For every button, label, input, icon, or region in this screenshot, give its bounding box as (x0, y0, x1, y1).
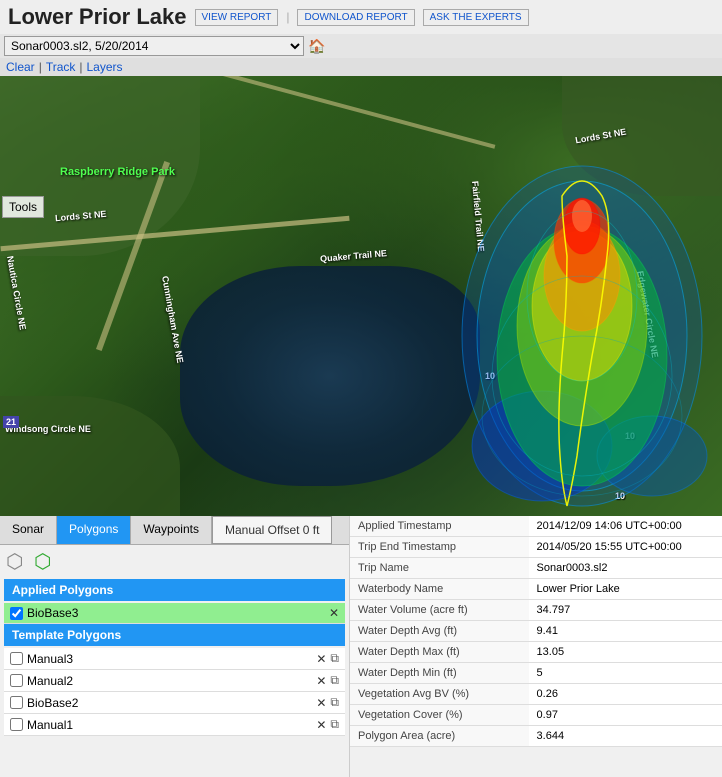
clear-link[interactable]: Clear (6, 60, 35, 74)
home-btn[interactable]: 🏠 (308, 38, 325, 55)
tab-bar: Sonar Polygons Waypoints Manual Offset 0… (0, 516, 349, 545)
polygon-list: Applied Polygons BioBase3 ✕ Template Pol… (0, 575, 349, 777)
applied-polygons-header: Applied Polygons (4, 579, 345, 601)
right-panel: Applied Timestamp2014/12/09 14:06 UTC+00… (350, 516, 722, 777)
polygon-manual2-copy[interactable]: ⧉ (330, 673, 339, 688)
waypoints-tab[interactable]: Waypoints (131, 516, 212, 544)
ask-experts-btn[interactable]: ASK THE EXPERTS (423, 9, 529, 26)
map-area[interactable]: Raspberry Ridge Park Lords St NE Lords S… (0, 76, 722, 516)
polygon-biobase3-delete[interactable]: ✕ (329, 606, 339, 620)
polygon-manual1-label: Manual1 (27, 718, 312, 732)
row-value-0: 2014/12/09 14:06 UTC+00:00 (529, 516, 722, 537)
page-title: Lower Prior Lake (8, 4, 187, 30)
template-polygons-header: Template Polygons (4, 624, 345, 646)
sonar-select[interactable]: Sonar0003.sl2, 5/20/2014 (4, 36, 304, 56)
table-row: Applied Timestamp2014/12/09 14:06 UTC+00… (350, 516, 722, 537)
row-value-4: 34.797 (529, 600, 722, 621)
row-label-2: Trip Name (350, 558, 529, 579)
polygon-biobase2-checkbox[interactable] (10, 696, 23, 709)
row-value-2: Sonar0003.sl2 (529, 558, 722, 579)
table-row: Water Volume (acre ft)34.797 (350, 600, 722, 621)
polygon-manual2-item: Manual2 ✕ ⧉ (4, 670, 345, 692)
row-value-6: 13.05 (529, 642, 722, 663)
polygon-manual1-delete[interactable]: ✕ (316, 718, 326, 732)
row-label-1: Trip End Timestamp (350, 537, 529, 558)
polygon-manual3-checkbox[interactable] (10, 652, 23, 665)
hex-icon-1[interactable]: ⬡ (6, 549, 28, 571)
manual-offset-tab[interactable]: Manual Offset 0 ft (212, 516, 333, 544)
row-label-3: Waterbody Name (350, 579, 529, 600)
table-row: Trip End Timestamp2014/05/20 15:55 UTC+0… (350, 537, 722, 558)
polygon-manual2-label: Manual2 (27, 674, 312, 688)
polygon-biobase3-label: BioBase3 (27, 606, 325, 620)
polygon-manual2-checkbox[interactable] (10, 674, 23, 687)
row-label-10: Polygon Area (acre) (350, 726, 529, 747)
data-table: Applied Timestamp2014/12/09 14:06 UTC+00… (350, 516, 722, 747)
table-row: Polygon Area (acre)3.644 (350, 726, 722, 747)
table-row: Water Depth Avg (ft)9.41 (350, 621, 722, 642)
polygon-manual1-item: Manual1 ✕ ⧉ (4, 714, 345, 736)
header: Lower Prior Lake VIEW REPORT | DOWNLOAD … (0, 0, 722, 34)
polygon-biobase2-label: BioBase2 (27, 696, 312, 710)
row-label-7: Water Depth Min (ft) (350, 663, 529, 684)
polygon-manual3-label: Manual3 (27, 652, 312, 666)
polygon-biobase2-copy[interactable]: ⧉ (330, 695, 339, 710)
table-row: Vegetation Cover (%)0.97 (350, 705, 722, 726)
polygon-manual1-checkbox[interactable] (10, 718, 23, 731)
row-value-1: 2014/05/20 15:55 UTC+00:00 (529, 537, 722, 558)
sonar-tab[interactable]: Sonar (0, 516, 57, 544)
polygon-biobase3-item: BioBase3 ✕ (4, 603, 345, 624)
table-row: Trip NameSonar0003.sl2 (350, 558, 722, 579)
hex-icons-row: ⬡ ⬡ (0, 545, 349, 575)
row-value-8: 0.26 (529, 684, 722, 705)
row-label-5: Water Depth Avg (ft) (350, 621, 529, 642)
hex-icon-2[interactable]: ⬡ (34, 549, 56, 571)
row-value-9: 0.97 (529, 705, 722, 726)
row-label-8: Vegetation Avg BV (%) (350, 684, 529, 705)
toolbar-row: Sonar0003.sl2, 5/20/2014 🏠 (0, 34, 722, 58)
row-value-5: 9.41 (529, 621, 722, 642)
polygons-tab[interactable]: Polygons (57, 516, 131, 544)
nav-row: Clear | Track | Layers (0, 58, 722, 76)
route-21-badge: 21 (3, 416, 19, 428)
table-row: Vegetation Avg BV (%)0.26 (350, 684, 722, 705)
row-value-7: 5 (529, 663, 722, 684)
row-label-9: Vegetation Cover (%) (350, 705, 529, 726)
download-report-btn[interactable]: DOWNLOAD REPORT (297, 9, 414, 26)
polygon-manual3-delete[interactable]: ✕ (316, 652, 326, 666)
polygon-biobase2-delete[interactable]: ✕ (316, 696, 326, 710)
row-label-6: Water Depth Max (ft) (350, 642, 529, 663)
row-value-3: Lower Prior Lake (529, 579, 722, 600)
polygon-manual2-delete[interactable]: ✕ (316, 674, 326, 688)
row-label-4: Water Volume (acre ft) (350, 600, 529, 621)
view-report-btn[interactable]: VIEW REPORT (195, 9, 279, 26)
table-row: Water Depth Max (ft)13.05 (350, 642, 722, 663)
left-panel: Sonar Polygons Waypoints Manual Offset 0… (0, 516, 350, 777)
tools-btn[interactable]: Tools (2, 196, 44, 218)
row-label-0: Applied Timestamp (350, 516, 529, 537)
polygon-manual3-item: Manual3 ✕ ⧉ (4, 648, 345, 670)
polygon-manual1-copy[interactable]: ⧉ (330, 717, 339, 732)
layers-link[interactable]: Layers (87, 60, 123, 74)
polygon-biobase2-item: BioBase2 ✕ ⧉ (4, 692, 345, 714)
table-row: Water Depth Min (ft)5 (350, 663, 722, 684)
polygon-manual3-copy[interactable]: ⧉ (330, 651, 339, 666)
park-label: Raspberry Ridge Park (60, 166, 175, 178)
bottom-panel: Sonar Polygons Waypoints Manual Offset 0… (0, 516, 722, 777)
heatmap-overlay (452, 136, 712, 516)
row-value-10: 3.644 (529, 726, 722, 747)
track-link[interactable]: Track (46, 60, 76, 74)
water-body (180, 266, 480, 486)
polygon-biobase3-checkbox[interactable] (10, 607, 23, 620)
table-row: Waterbody NameLower Prior Lake (350, 579, 722, 600)
